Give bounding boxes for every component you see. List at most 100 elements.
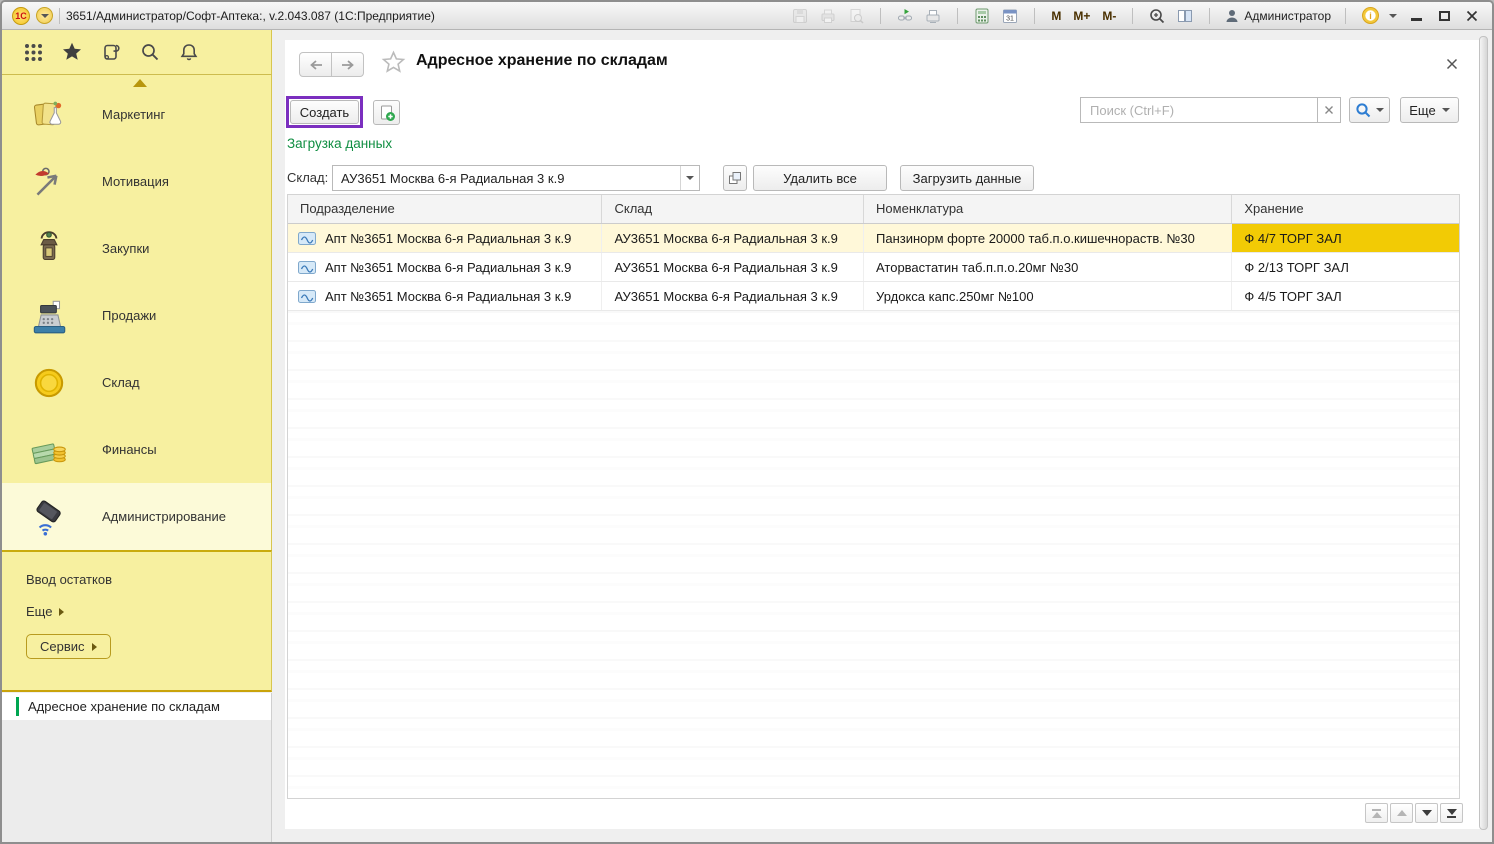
go-down-button[interactable] — [1415, 803, 1438, 823]
service-button[interactable]: Сервис — [26, 634, 111, 659]
chevron-right-icon — [59, 608, 64, 616]
close-window-button[interactable] — [1462, 6, 1482, 26]
maximize-button[interactable] — [1434, 6, 1454, 26]
user-icon — [1224, 8, 1240, 24]
load-data-button[interactable]: Загрузить данные — [900, 165, 1034, 191]
user-name: Администратор — [1244, 9, 1331, 23]
save-button[interactable] — [790, 6, 810, 26]
sidebar-item-label: Мотивация — [102, 174, 169, 189]
column-header-department[interactable]: Подразделение — [288, 195, 602, 223]
minimize-icon — [1411, 18, 1422, 21]
history-scroll-icon — [100, 41, 122, 63]
create-button[interactable]: Создать — [290, 100, 359, 124]
clear-search-button[interactable] — [1317, 97, 1341, 123]
copy-item-button[interactable] — [373, 100, 400, 125]
cell-warehouse[interactable]: АУ3651 Москва 6-я Радиальная 3 к.9 — [602, 224, 864, 252]
go-to-bottom-button[interactable] — [1440, 803, 1463, 823]
memory-m-plus-button[interactable]: M+ — [1071, 9, 1092, 23]
sidebar-item-purchases[interactable]: Закупки — [2, 215, 271, 282]
sidebar-item-finance[interactable]: Финансы — [2, 416, 271, 483]
table-row[interactable]: Апт №3651 Москва 6-я Радиальная 3 к.9 АУ… — [288, 282, 1459, 311]
cell-storage[interactable]: Ф 2/13 ТОРГ ЗАЛ — [1232, 253, 1459, 281]
calculator-button[interactable] — [972, 6, 992, 26]
record-icon — [298, 290, 316, 303]
memory-m-button[interactable]: M — [1049, 9, 1063, 23]
main-menu-button[interactable] — [36, 7, 53, 24]
find-button[interactable] — [1349, 97, 1390, 123]
arrow-right-icon — [340, 58, 356, 72]
get-link-button[interactable] — [895, 6, 915, 26]
enter-balances-link[interactable]: Ввод остатков — [26, 572, 112, 587]
go-to-link-button[interactable] — [923, 6, 943, 26]
table-row[interactable]: Апт №3651 Москва 6-я Радиальная 3 к.9 АУ… — [288, 224, 1459, 253]
cell-storage-selected[interactable]: Ф 4/7 ТОРГ ЗАЛ — [1232, 224, 1459, 252]
info-button[interactable]: i — [1360, 6, 1380, 26]
page-title: Адресное хранение по складам — [416, 52, 668, 70]
history-button[interactable] — [100, 41, 122, 63]
magnifier-plus-icon — [1148, 7, 1166, 25]
info-dropdown-button[interactable] — [1388, 6, 1398, 26]
open-window-tab[interactable]: Адресное хранение по складам — [2, 693, 272, 720]
search-box — [1080, 97, 1341, 123]
search-button[interactable] — [139, 41, 161, 63]
back-button[interactable] — [299, 52, 332, 77]
zoom-button[interactable] — [1147, 6, 1167, 26]
favorite-star-button[interactable] — [381, 50, 406, 80]
go-to-top-button[interactable] — [1365, 803, 1388, 823]
sidebar-item-administration[interactable]: Администрирование — [2, 483, 271, 550]
1c-logo-icon[interactable]: 1С — [12, 7, 30, 25]
calendar-button[interactable]: 31 — [1000, 6, 1020, 26]
chevron-right-icon — [92, 643, 97, 651]
current-user[interactable]: Администратор — [1224, 8, 1331, 24]
column-header-warehouse[interactable]: Склад — [602, 195, 864, 223]
chevron-down-icon — [41, 14, 49, 18]
sidebar-item-warehouse[interactable]: Склад — [2, 349, 271, 416]
close-form-button[interactable] — [1446, 57, 1458, 75]
favorites-button[interactable] — [61, 41, 83, 63]
sidebar-item-marketing[interactable]: Маркетинг — [2, 81, 271, 148]
triangle-down-icon — [1447, 809, 1457, 815]
cell-warehouse[interactable]: АУ3651 Москва 6-я Радиальная 3 к.9 — [602, 253, 864, 281]
sidebar-item-motivation[interactable]: Мотивация — [2, 148, 271, 215]
print-preview-button[interactable] — [846, 6, 866, 26]
go-up-button[interactable] — [1390, 803, 1413, 823]
table-row[interactable]: Апт №3651 Москва 6-я Радиальная 3 к.9 АУ… — [288, 253, 1459, 282]
active-tab-indicator — [16, 697, 19, 716]
sidebar-item-sales[interactable]: Продажи — [2, 282, 271, 349]
more-actions-button[interactable]: Еще — [1400, 97, 1459, 123]
cell-nomenclature[interactable]: Урдокса капс.250мг №100 — [864, 282, 1232, 310]
notifications-button[interactable] — [178, 41, 200, 63]
sections-scroll-up-icon[interactable] — [133, 79, 147, 87]
app-window: 1С 3651/Администратор/Софт-Аптека:, v.2.… — [0, 0, 1494, 844]
more-commands-link[interactable]: Еще — [26, 604, 64, 619]
cell-nomenclature[interactable]: Панзинорм форте 20000 таб.п.о.кишечнорас… — [864, 224, 1232, 252]
more-label: Еще — [26, 604, 52, 619]
sidebar-sections: Маркетинг Мотивация Закупки Продажи Скла… — [2, 75, 272, 550]
print-button[interactable] — [818, 6, 838, 26]
forward-button[interactable] — [331, 52, 364, 77]
column-header-nomenclature[interactable]: Номенклатура — [864, 195, 1232, 223]
finance-icon — [28, 429, 70, 471]
combo-dropdown-button[interactable] — [680, 166, 699, 190]
warehouse-value: АУ3651 Москва 6-я Радиальная 3 к.9 — [333, 171, 680, 186]
memory-m-minus-button[interactable]: M- — [1100, 9, 1118, 23]
table-header: Подразделение Склад Номенклатура Хранени… — [288, 195, 1459, 224]
data-load-group-title[interactable]: Загрузка данных — [287, 136, 392, 151]
delete-all-button[interactable]: Удалить все — [753, 165, 887, 191]
split-window-button[interactable] — [1175, 6, 1195, 26]
warehouse-combobox[interactable]: АУ3651 Москва 6-я Радиальная 3 к.9 — [332, 165, 700, 191]
column-header-storage[interactable]: Хранение — [1232, 195, 1459, 223]
vertical-scrollbar[interactable] — [1479, 36, 1488, 830]
minimize-button[interactable] — [1406, 6, 1426, 26]
printer-icon — [819, 7, 837, 25]
cell-warehouse[interactable]: АУ3651 Москва 6-я Радиальная 3 к.9 — [602, 282, 864, 310]
open-warehouse-button[interactable] — [723, 165, 747, 191]
divider — [1345, 8, 1346, 24]
cell-department: Апт №3651 Москва 6-я Радиальная 3 к.9 — [325, 231, 571, 246]
cell-storage[interactable]: Ф 4/5 ТОРГ ЗАЛ — [1232, 282, 1459, 310]
bar-icon — [1372, 809, 1381, 811]
sections-menu-button[interactable] — [22, 41, 44, 63]
cell-nomenclature[interactable]: Аторвастатин таб.п.п.о.20мг №30 — [864, 253, 1232, 281]
search-input[interactable] — [1080, 97, 1318, 123]
sidebar-item-label: Маркетинг — [102, 107, 165, 122]
